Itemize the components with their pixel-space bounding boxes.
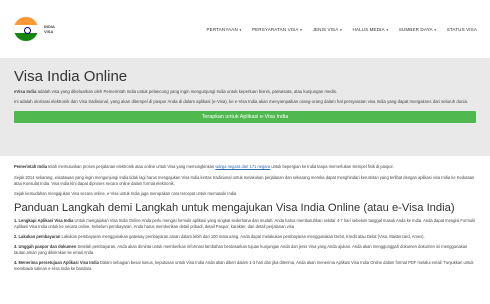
apply-evisa-button[interactable]: Terapkan untuk Aplikasi e-Visa India [14,111,476,124]
page-title: Visa India Online [14,68,128,85]
main-content: Pemerintah India telah memutuskan proses… [0,156,490,272]
steps-heading: Panduan Langkah demi Langkah untuk menga… [14,201,455,214]
nav-item-jenis-visa[interactable]: JENIS VISA▼ [308,27,348,32]
logo-text: INDIA VISA [44,24,55,34]
chevron-down-icon: ▼ [299,27,303,32]
countries-link[interactable]: warga negara dari 171 negara [215,164,270,169]
hero-banner: Visa India Online eVisa India adalah vis… [0,58,490,156]
nav-item-status-visa[interactable]: STATUS VISA [442,27,482,32]
chevron-down-icon: ▼ [339,27,343,32]
intro-text: eVisa India adalah visa yang dikeluarkan… [14,89,338,94]
logo-line2: VISA [44,29,54,34]
nav-item-sumber-daya[interactable]: SUMBER DAYA▼ [394,27,442,32]
site-header: INDIA VISA PERTANYAAN▼ PERSYARATAN VISA▼… [0,0,490,58]
chevron-down-icon: ▼ [238,27,242,32]
step-item: 1. Lengkapi Aplikasi Visa India Untuk me… [14,217,476,229]
site-logo[interactable]: INDIA VISA [14,17,55,41]
india-flag-icon [14,17,38,41]
chevron-down-icon: ▼ [433,27,437,32]
intro-text-2: Ini adalah otorisasi elektronik dan Visa… [14,99,469,105]
paragraph-government: Pemerintah India telah memutuskan proses… [14,164,394,169]
step-item: 3. Unggah paspor dan dokumen Setelah pem… [14,243,468,255]
paragraph-since-2014: Sejak 2014 sekarang, wisatawan yang ingi… [14,174,475,186]
nav-item-pertanyaan[interactable]: PERTANYAAN▼ [202,27,247,32]
nav-item-persyaratan-visa[interactable]: PERSYARATAN VISA▼ [247,27,308,32]
step-item: 2. Lakukan pembayaran Lakukan pembayaran… [14,233,425,239]
chevron-down-icon: ▼ [385,27,389,32]
main-nav: PERTANYAAN▼ PERSYARATAN VISA▼ JENIS VISA… [202,27,482,32]
nav-item-halus-media[interactable]: HALUS MEDIA▼ [347,27,393,32]
paragraph-ease: Sejak kemudahan mengajukan Visa secara o… [14,191,238,196]
step-item: 4. Menerima persetujuan Aplikasi Visa In… [14,259,474,271]
